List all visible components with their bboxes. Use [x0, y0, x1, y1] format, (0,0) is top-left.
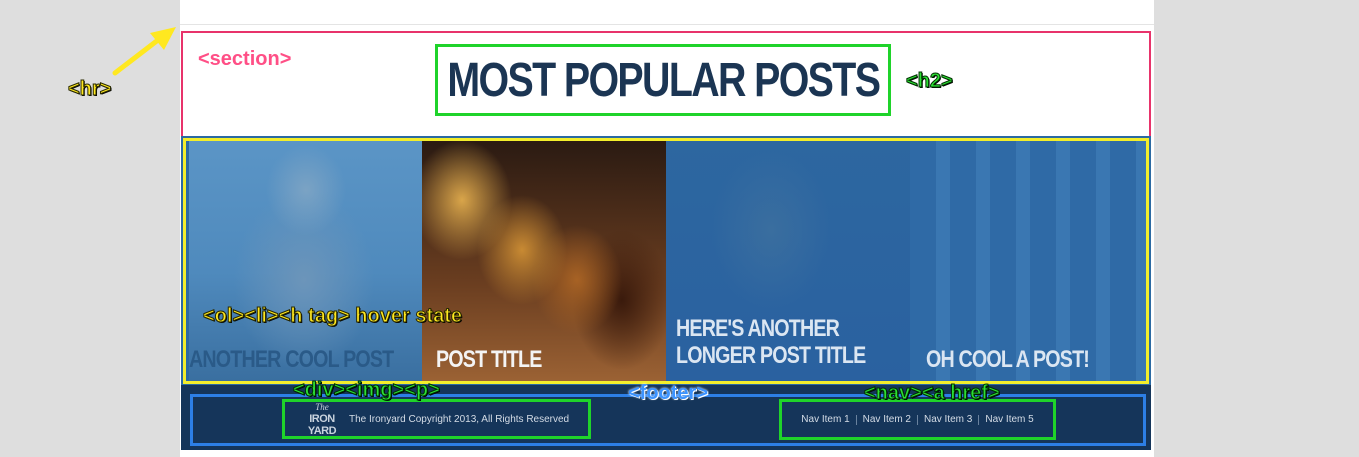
annotation-footer: <footer> [628, 382, 709, 404]
annotation-section: <section> [198, 48, 292, 70]
annotation-nav: <nav><a href> [864, 382, 1001, 405]
annotation-hover-state: <ol><li><h tag> hover state [202, 305, 463, 328]
annotation-div-img-p: <div><img><p> [293, 379, 441, 402]
annotation-hr: <hr> [67, 78, 112, 101]
annotation-h2: <h2> [906, 70, 954, 93]
arrow-icon [112, 27, 176, 76]
